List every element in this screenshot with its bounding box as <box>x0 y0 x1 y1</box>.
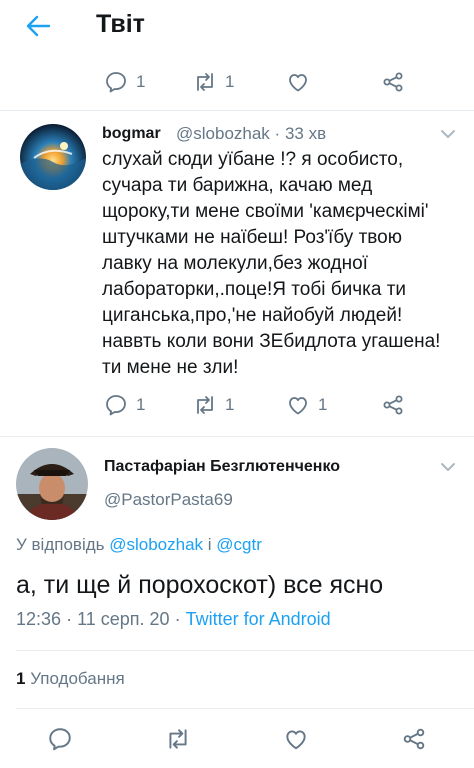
like-icon <box>289 397 307 415</box>
share-button[interactable] <box>401 726 427 752</box>
retweet-button[interactable] <box>165 726 191 752</box>
tweet-text-line: щороку,ти мене своїми 'камєрческімі' <box>102 201 429 222</box>
retweet-icon <box>197 396 213 414</box>
back-button[interactable] <box>20 10 56 42</box>
main-tweet-text: а, ти ще й порохоскот) все ясно <box>16 571 384 599</box>
tweet-menu-button[interactable] <box>437 456 459 478</box>
tweet-text-line: сучара ти барижна, качаю мед <box>102 175 373 196</box>
tweet-timestamp: 12:36 · 11 серп. 20 · Twitter for Androi… <box>16 609 331 630</box>
previous-tweet-actions: 1 1 <box>0 70 474 102</box>
author-handle[interactable]: @slobozhak <box>176 124 270 143</box>
reply-tweet-actions: 1 1 1 <box>0 393 474 425</box>
share-button[interactable] <box>381 393 405 417</box>
author-name[interactable]: Пастафаріан Безглютенченко <box>104 458 340 476</box>
reply-context: У відповідь @slobozhak і @cgtr <box>16 535 262 555</box>
retweet-button[interactable]: 1 <box>193 393 234 417</box>
chevron-down-icon <box>441 463 455 471</box>
reply-button[interactable]: 1 <box>104 70 145 94</box>
like-button[interactable] <box>283 726 309 752</box>
tweet-meta: @slobozhak · 33 хв <box>176 124 326 144</box>
meta-separator: · <box>174 609 181 629</box>
tweet-text-line: лавку на молекули,без жодної <box>102 253 368 274</box>
like-button[interactable]: 1 <box>286 393 327 417</box>
tweet-text-line: наввть коли вони ЗЕбидлота угашена! <box>102 331 441 352</box>
avatar-image <box>20 124 86 190</box>
reply-button[interactable]: 1 <box>104 393 145 417</box>
chevron-down-icon <box>441 130 455 138</box>
divider <box>0 110 474 111</box>
avatar[interactable] <box>16 448 88 520</box>
like-icon <box>289 74 307 92</box>
avatar-image <box>16 448 88 520</box>
tweet-menu-button[interactable] <box>437 123 459 145</box>
likes-summary[interactable]: 1 Уподобання <box>16 669 125 689</box>
main-tweet-actions <box>0 726 474 754</box>
header: Твіт <box>0 0 474 56</box>
reply-icon <box>49 728 71 751</box>
tweet-text: слухай сюди уїбане !? я особисто, сучара… <box>102 147 440 381</box>
like-count: 1 <box>318 395 328 414</box>
reply-count: 1 <box>136 395 146 414</box>
reply-prefix: У відповідь <box>16 535 105 554</box>
mention-link[interactable]: @cgtr <box>216 535 262 554</box>
like-icon <box>286 730 306 750</box>
likes-label: Уподобання <box>30 669 125 688</box>
likes-count: 1 <box>16 669 26 688</box>
tweet-text-line: ти мене не зли! <box>102 357 239 378</box>
author-handle[interactable]: @PastorPasta69 <box>104 490 233 510</box>
reply-count: 1 <box>136 72 146 91</box>
retweet-count: 1 <box>225 72 235 91</box>
mention-link[interactable]: @slobozhak <box>109 535 203 554</box>
retweet-button[interactable]: 1 <box>193 70 234 94</box>
retweet-icon <box>197 73 213 91</box>
like-button[interactable] <box>286 70 310 94</box>
tweet-source-link[interactable]: Twitter for Android <box>186 609 331 629</box>
meta-separator: · <box>274 124 281 143</box>
author-name[interactable]: bogmar <box>102 125 161 143</box>
tweet-date: 11 серп. 20 <box>77 609 170 629</box>
tweet-text-line: слухай сюди уїбане !? я особисто, <box>102 149 404 170</box>
share-icon <box>383 395 403 415</box>
share-button[interactable] <box>381 70 405 94</box>
reply-button[interactable] <box>47 726 73 752</box>
retweet-count: 1 <box>225 395 235 414</box>
divider <box>0 436 474 437</box>
back-arrow-icon <box>26 15 51 37</box>
reply-icon <box>106 395 126 416</box>
page-title: Твіт <box>96 10 145 38</box>
divider <box>16 708 474 709</box>
reply-icon <box>106 72 126 93</box>
share-icon <box>403 728 425 750</box>
avatar[interactable] <box>20 124 86 190</box>
tweet-time: 33 хв <box>284 124 327 143</box>
divider <box>16 650 474 651</box>
tweet-text-line: лабораторки,.поце!Я тобі бичка ти <box>102 279 407 300</box>
reply-conjunction: і <box>207 535 212 554</box>
tweet-text-line: штучками не наїбеш! Роз'їбу твою <box>102 227 402 248</box>
share-icon <box>383 72 403 92</box>
retweet-icon <box>169 729 187 749</box>
meta-separator: · <box>66 609 73 629</box>
tweet-text-line: циганська,про,'не найобуй людей! <box>102 305 403 326</box>
tweet-time: 12:36 <box>16 609 62 629</box>
